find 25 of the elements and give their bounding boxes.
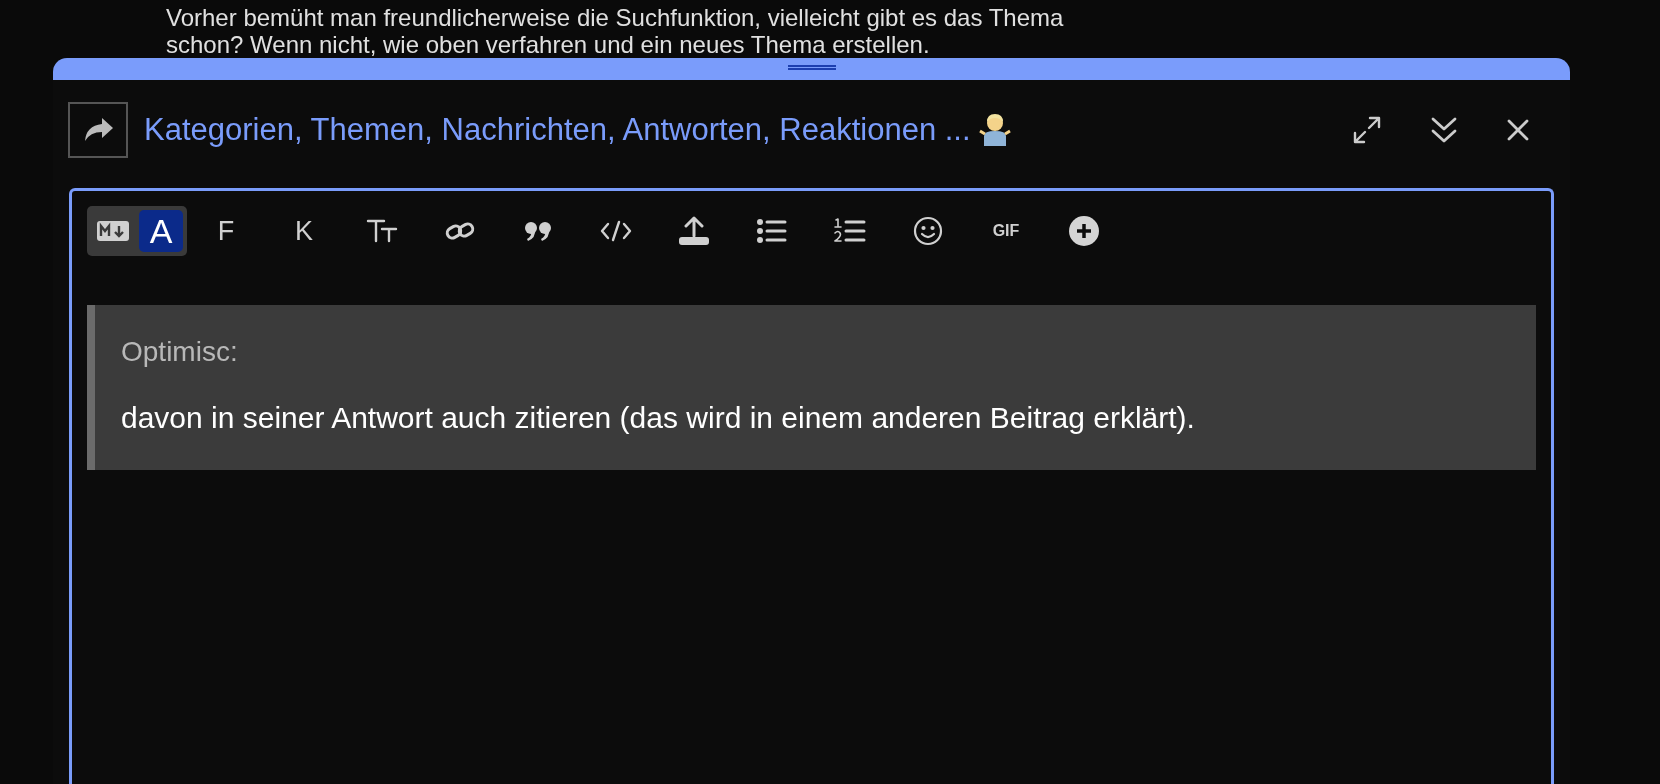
- toolbar-button[interactable]: GIF: [967, 209, 1045, 253]
- toolbar-button[interactable]: F: [187, 209, 265, 253]
- toolbar-button[interactable]: K: [265, 209, 343, 253]
- reply-icon[interactable]: [68, 102, 128, 158]
- composer-title[interactable]: Kategorien, Themen, Nachrichten, Antworten, Reaktionen ...: [144, 106, 971, 154]
- code-icon: [600, 220, 632, 242]
- plus-icon: [1069, 216, 1099, 246]
- markdown-icon: [97, 221, 129, 241]
- quote-text: davon in seiner Antwort auch zitieren (das wird in einem anderen Beitrag erklärt).: [121, 400, 1196, 436]
- editor-field[interactable]: A F K GIF Optimisc: davon in seiner Antwort auch zitieren (das wird in einem anderen Beitrag erklärt).: [69, 188, 1554, 784]
- bullet-list-icon: [757, 219, 787, 243]
- person-shrug-icon: [978, 113, 1011, 147]
- post-text: Vorher bemüht man freundlicherweise die Suchfunktion, vielleicht gibt es das Thema: [166, 4, 1064, 31]
- numbered-list-icon: [834, 217, 866, 245]
- smiley-icon: [913, 216, 943, 246]
- quote-icon: [524, 220, 552, 242]
- resize-handle[interactable]: [53, 58, 1570, 80]
- text-size-icon: [366, 218, 398, 244]
- collapse-icon[interactable]: [1430, 115, 1458, 145]
- expand-icon[interactable]: [1352, 115, 1382, 145]
- quote-author: Optimisc:: [121, 335, 238, 369]
- post-text: schon? Wenn nicht, wie oben verfahren und ein neues Thema erstellen.: [166, 31, 930, 58]
- rich-text-mode-button[interactable]: A: [139, 210, 183, 252]
- upload-icon: [678, 216, 710, 246]
- close-icon[interactable]: [1506, 118, 1530, 142]
